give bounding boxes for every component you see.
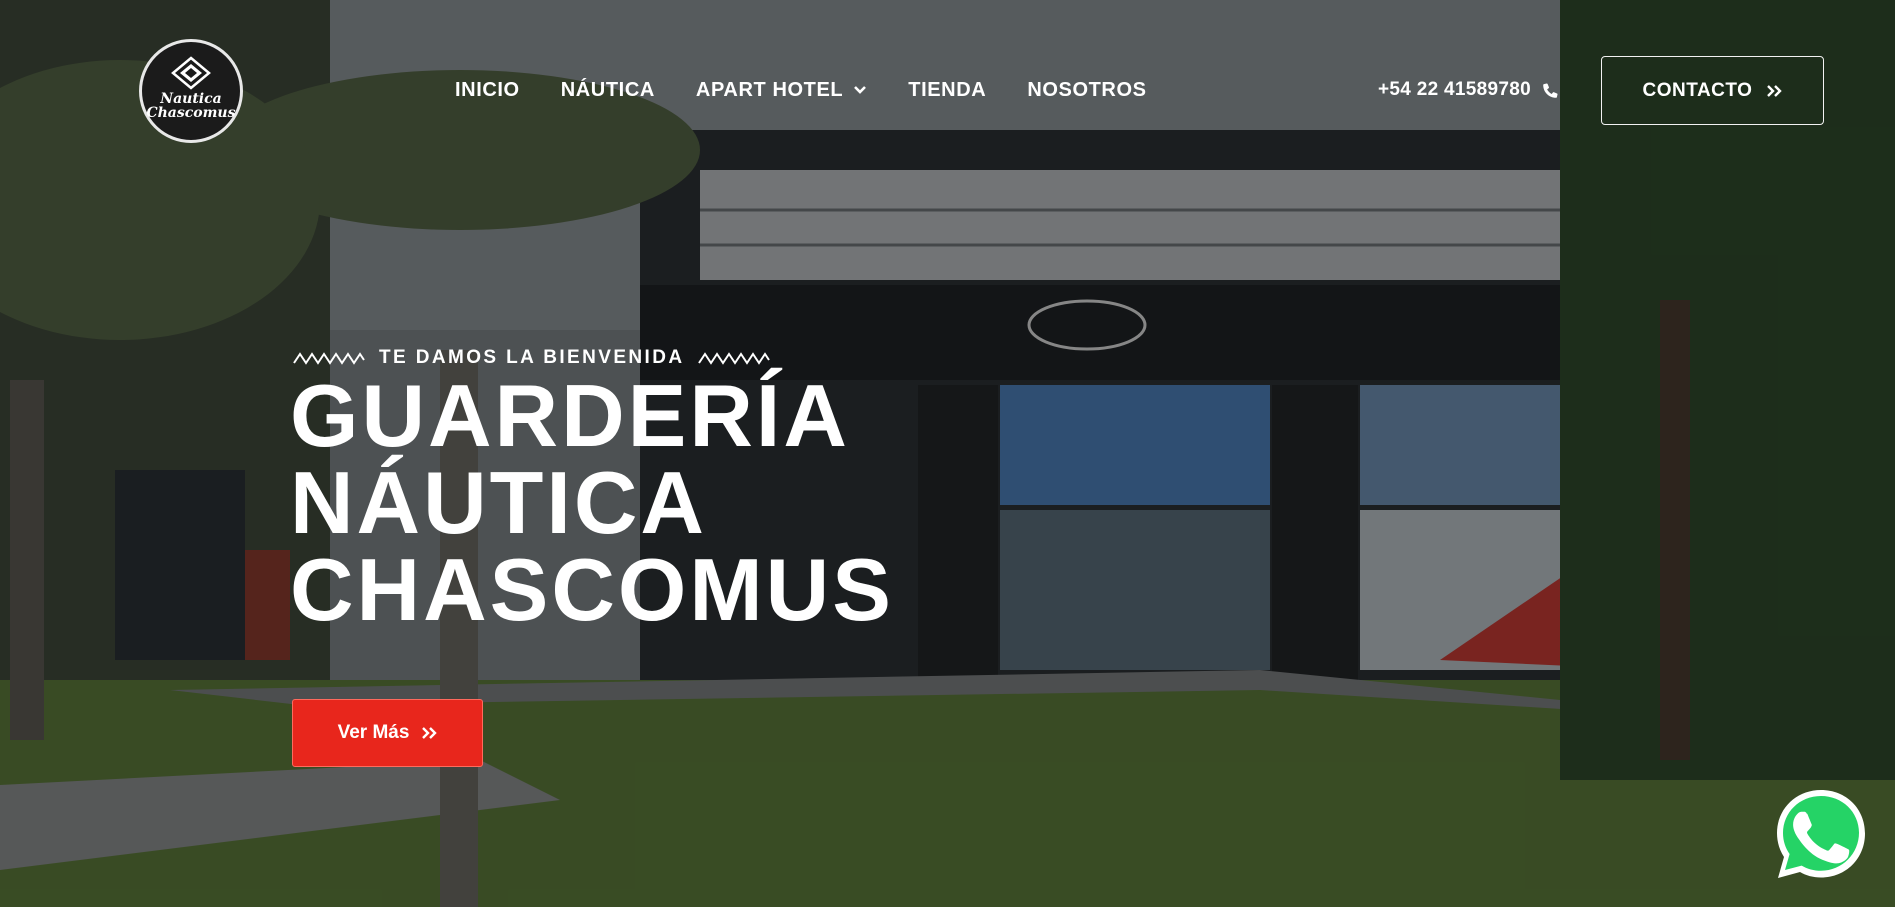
- nav-item-label: APART HOTEL: [695, 78, 844, 101]
- nav-item-tienda[interactable]: TIENDA: [908, 79, 986, 102]
- hero-title-line-1: GUARDERÍA: [290, 366, 850, 465]
- logo-emblem-icon: [171, 56, 211, 90]
- brand-logo[interactable]: Nautica Chascomus: [139, 39, 243, 143]
- nav-item-inicio[interactable]: INICIO: [455, 79, 520, 102]
- hero-title-line-2: NÁUTICA: [290, 453, 707, 552]
- nav-item-nautica[interactable]: NÁUTICA: [561, 79, 655, 102]
- nav-item-label: NOSOTROS: [1027, 78, 1147, 101]
- phone-icon: [1543, 83, 1558, 98]
- ver-mas-label: Ver Más: [337, 722, 410, 743]
- logo-text: Nautica Chascomus: [146, 92, 235, 120]
- nav-item-nosotros[interactable]: NOSOTROS: [1027, 79, 1146, 102]
- double-chevron-right-icon: [1767, 84, 1783, 97]
- hero-title-line-3: CHASCOMUS: [290, 540, 894, 639]
- wave-icon: [293, 352, 365, 365]
- contact-button-label: CONTACTO: [1642, 79, 1753, 101]
- logo-line-1: Nautica: [160, 91, 222, 107]
- nav-item-label: TIENDA: [908, 78, 987, 101]
- header-phone-link[interactable]: +54 22 41589780: [1378, 76, 1559, 104]
- hero-dark-overlay: [0, 0, 1895, 907]
- nav-item-label: NÁUTICA: [560, 78, 655, 101]
- logo-line-2: Chascomus: [146, 105, 236, 121]
- hero-title: GUARDERÍA NÁUTICA CHASCOMUS: [290, 366, 894, 639]
- main-navigation: INICIO NÁUTICA APART HOTEL TIENDA NOSOTR…: [455, 76, 1147, 104]
- chevron-down-icon: [854, 86, 867, 94]
- ver-mas-button[interactable]: Ver Más: [292, 699, 483, 767]
- nav-item-apart-hotel[interactable]: APART HOTEL: [696, 79, 867, 102]
- whatsapp-icon[interactable]: [1772, 786, 1870, 884]
- wave-icon: [698, 352, 771, 365]
- double-chevron-right-icon: [422, 727, 438, 739]
- nav-item-label: INICIO: [455, 78, 520, 101]
- contact-button[interactable]: CONTACTO: [1601, 56, 1824, 125]
- phone-number: +54 22 41589780: [1378, 79, 1531, 100]
